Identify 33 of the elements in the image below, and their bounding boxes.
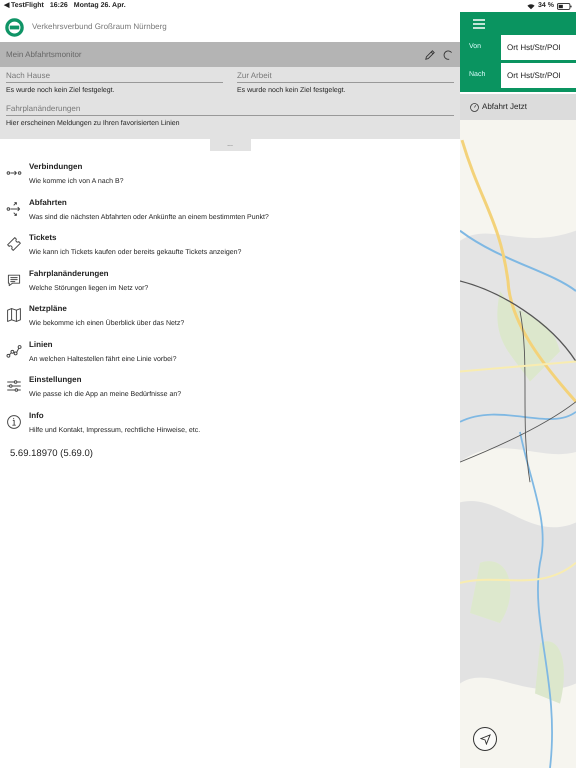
menu-item-title[interactable]: Tickets <box>29 232 242 244</box>
info-icon <box>6 414 22 430</box>
locate-button[interactable] <box>473 727 497 751</box>
location-field[interactable]: Ort Hst/Str/POI <box>501 63 576 88</box>
departure-time-text: Abfahrt Jetzt <box>482 101 527 113</box>
version-text: 5.69.18970 (5.69.0) <box>9 447 94 461</box>
menu-item-title[interactable]: Fahrplanänderungen <box>29 268 148 280</box>
branching-arrows-icon <box>6 200 22 216</box>
header-title: Verkehrsverbund Großraum Nürnberg <box>32 21 167 33</box>
sliders-icon <box>6 378 22 394</box>
menu-item-title[interactable]: Abfahrten <box>29 196 269 208</box>
folded-map-icon <box>6 307 22 323</box>
menu-item-title[interactable]: Linien <box>29 338 176 350</box>
departure-time-bar[interactable]: Abfahrt Jetzt <box>460 94 576 120</box>
menu-icon[interactable] <box>473 19 485 29</box>
logo-icon <box>5 18 24 36</box>
speech-bubble-icon <box>6 272 22 288</box>
ticket-icon <box>6 236 22 252</box>
menu-item-title[interactable]: Einstellungen <box>29 374 182 386</box>
location-field[interactable]: Ort Hst/Str/POI <box>501 35 576 60</box>
refresh-icon[interactable] <box>442 48 454 60</box>
menu-item-title[interactable]: Netzpläne <box>29 303 184 315</box>
changes-label[interactable]: Fahrplanänderungen <box>6 102 454 116</box>
monitor-title: Mein Abfahrtsmonitor <box>6 48 82 60</box>
clock-icon <box>470 102 479 112</box>
wifi-icon <box>527 2 536 10</box>
connected-dots-icon <box>6 342 22 358</box>
favorite-label[interactable]: Zur Arbeit <box>237 70 454 83</box>
edit-icon[interactable] <box>424 48 436 60</box>
location-arrow-icon <box>480 734 490 744</box>
menu-item-title[interactable]: Info <box>29 410 200 422</box>
menu-item-title[interactable]: Verbindungen <box>29 161 124 173</box>
battery-icon <box>557 2 572 10</box>
